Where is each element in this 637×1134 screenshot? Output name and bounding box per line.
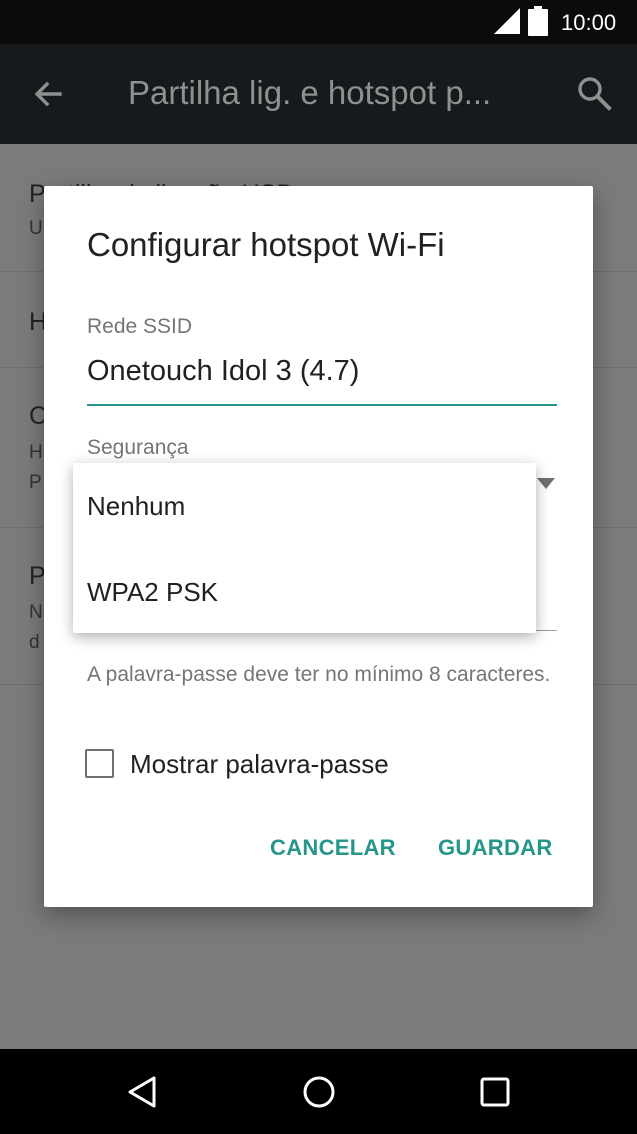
security-dropdown: Nenhum WPA2 PSK <box>73 463 536 633</box>
search-icon[interactable] <box>575 74 615 114</box>
show-password-checkbox[interactable] <box>85 749 114 778</box>
dropdown-option-none[interactable]: Nenhum <box>87 491 185 522</box>
status-bar: 10:00 <box>0 0 637 44</box>
ssid-input-underline <box>87 404 557 406</box>
battery-icon <box>528 6 548 36</box>
security-label: Segurança <box>87 436 189 459</box>
password-hint: A palavra-passe deve ter no mínimo 8 car… <box>87 663 551 686</box>
recents-square-icon[interactable] <box>480 1077 510 1107</box>
list-item-subtitle: N <box>29 602 43 623</box>
cancel-button[interactable]: CANCELAR <box>270 835 396 861</box>
show-password-label[interactable]: Mostrar palavra-passe <box>130 749 389 780</box>
status-time: 10:00 <box>561 10 617 35</box>
ssid-input[interactable]: Onetouch Idol 3 (4.7) <box>87 355 359 388</box>
ssid-label: Rede SSID <box>87 315 193 338</box>
back-triangle-icon[interactable] <box>127 1075 157 1109</box>
home-circle-icon[interactable] <box>302 1075 336 1109</box>
list-item-subtitle: d <box>29 632 40 653</box>
dropdown-arrow-icon[interactable] <box>537 478 555 490</box>
dropdown-option-wpa2[interactable]: WPA2 PSK <box>87 577 218 608</box>
page-title: Partilha lig. e hotspot p... <box>128 74 492 111</box>
list-item-subtitle: P <box>29 472 42 493</box>
dialog-title: Configurar hotspot Wi-Fi <box>87 226 445 263</box>
save-button[interactable]: GUARDAR <box>438 835 553 861</box>
navigation-bar <box>0 1049 637 1134</box>
app-bar: Partilha lig. e hotspot p... <box>0 44 637 144</box>
back-arrow-icon[interactable] <box>30 76 66 112</box>
list-item-subtitle: H <box>29 442 43 463</box>
signal-icon <box>494 8 520 34</box>
list-item-subtitle: U <box>29 218 43 239</box>
